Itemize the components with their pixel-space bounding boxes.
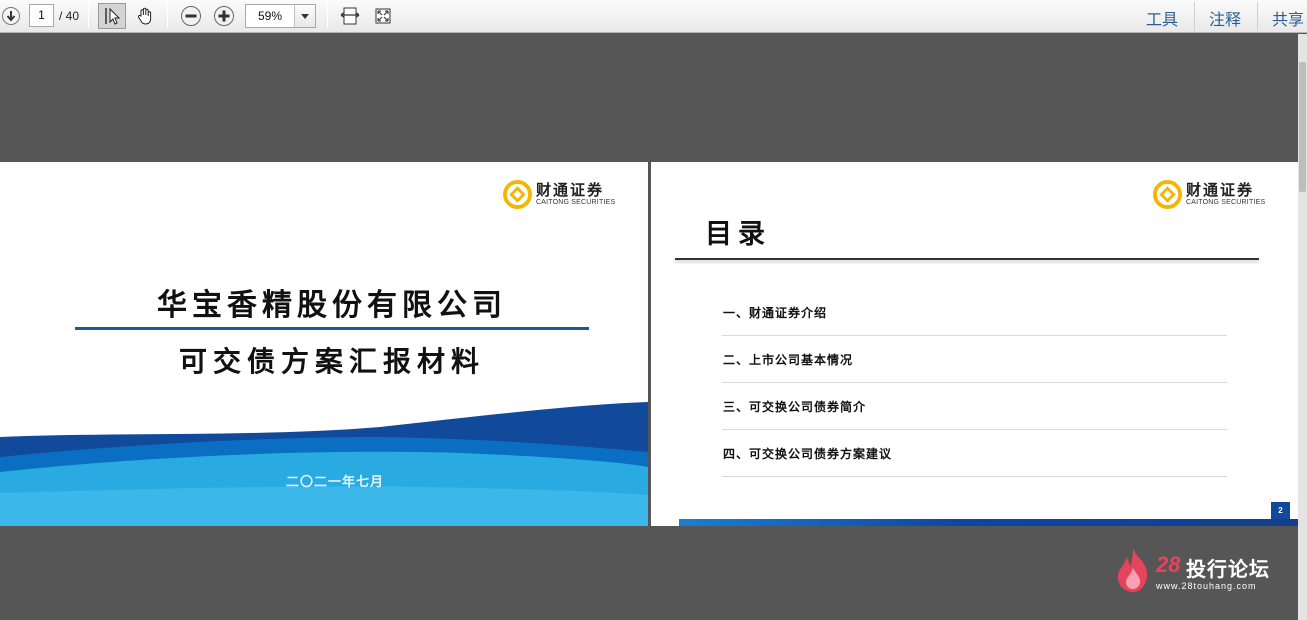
title-divider <box>75 327 589 330</box>
page-total-label: / 40 <box>59 9 80 23</box>
select-tool-button[interactable] <box>98 3 126 29</box>
slide-page-2: 财通证券 CAITONG SECURITIES 目录 一、财通证券介绍 二、上市… <box>651 162 1298 526</box>
zoom-out-button[interactable] <box>178 3 204 29</box>
toolbar-divider <box>88 4 89 28</box>
flame-logo-icon <box>1118 548 1148 592</box>
page-number-input[interactable]: 1 <box>29 4 54 27</box>
chevron-down-icon <box>301 13 309 19</box>
full-screen-button[interactable] <box>371 3 395 29</box>
zoom-level-select[interactable]: 59% <box>245 4 316 28</box>
down-arrow-icon <box>2 7 20 25</box>
watermark-number: 28 <box>1156 552 1181 577</box>
minus-circle-icon <box>181 6 201 26</box>
toc-item: 三、可交换公司债券简介 <box>722 383 1227 430</box>
toc-item: 四、可交换公司债券方案建议 <box>722 430 1227 477</box>
logo-english-name: CAITONG SECURITIES <box>536 199 616 206</box>
fit-width-button[interactable] <box>338 3 362 29</box>
page-number-badge: 2 <box>1271 502 1290 519</box>
toc-list: 一、财通证券介绍 二、上市公司基本情况 三、可交换公司债券简介 四、可交换公司债… <box>722 289 1227 477</box>
report-date: 二〇二一年七月 <box>285 475 384 490</box>
hand-tool-button[interactable] <box>131 3 159 29</box>
zoom-dropdown-button[interactable] <box>294 5 315 27</box>
scrollbar-thumb[interactable] <box>1299 62 1306 192</box>
caitong-logo: 财通证券 CAITONG SECURITIES <box>1153 180 1265 209</box>
logo-chinese-name: 财通证券 <box>536 181 605 199</box>
caitong-logo: 财通证券 CAITONG SECURITIES <box>503 180 615 209</box>
plus-circle-icon <box>214 6 234 26</box>
report-subtitle: 可交债方案汇报材料 <box>178 345 485 378</box>
fit-page-width-icon <box>340 7 360 25</box>
expand-icon <box>375 8 391 24</box>
pdf-toolbar: 1 / 40 59% 工具 注释 共享 <box>0 0 1307 33</box>
share-menu-button[interactable]: 共享 <box>1272 6 1304 30</box>
caitong-emblem-icon <box>1153 180 1182 209</box>
text-select-cursor-icon <box>105 7 121 25</box>
toolbar-divider <box>327 4 328 28</box>
logo-chinese-name: 财通证券 <box>1186 181 1255 199</box>
toolbar-divider <box>1194 2 1195 31</box>
forum-watermark: 28 投行论坛 www.28touhang.com <box>1114 546 1284 596</box>
toolbar-divider <box>167 4 168 28</box>
blue-wave-decoration <box>0 397 648 526</box>
toc-item: 一、财通证券介绍 <box>722 289 1227 336</box>
hand-icon <box>137 7 152 25</box>
toc-heading: 目录 <box>705 219 771 250</box>
logo-english-name: CAITONG SECURITIES <box>1186 199 1266 206</box>
company-title: 华宝香精股份有限公司 <box>157 288 507 323</box>
zoom-in-button[interactable] <box>211 3 237 29</box>
toc-divider <box>675 258 1259 260</box>
toolbar-divider <box>1257 2 1258 31</box>
vertical-scrollbar[interactable] <box>1298 34 1307 620</box>
tools-menu-button[interactable]: 工具 <box>1146 6 1178 30</box>
zoom-value: 59% <box>258 9 283 23</box>
watermark-brand-text: 投行论坛 <box>1186 557 1270 581</box>
slide-page-1: 财通证券 CAITONG SECURITIES 华宝香精股份有限公司 可交债方案… <box>0 162 648 526</box>
footer-blue-bar <box>679 519 1298 526</box>
next-page-button[interactable] <box>0 3 22 29</box>
toc-item: 二、上市公司基本情况 <box>722 336 1227 383</box>
watermark-url: www.28touhang.com <box>1156 581 1257 591</box>
caitong-emblem-icon <box>503 180 532 209</box>
comment-menu-button[interactable]: 注释 <box>1209 6 1241 30</box>
